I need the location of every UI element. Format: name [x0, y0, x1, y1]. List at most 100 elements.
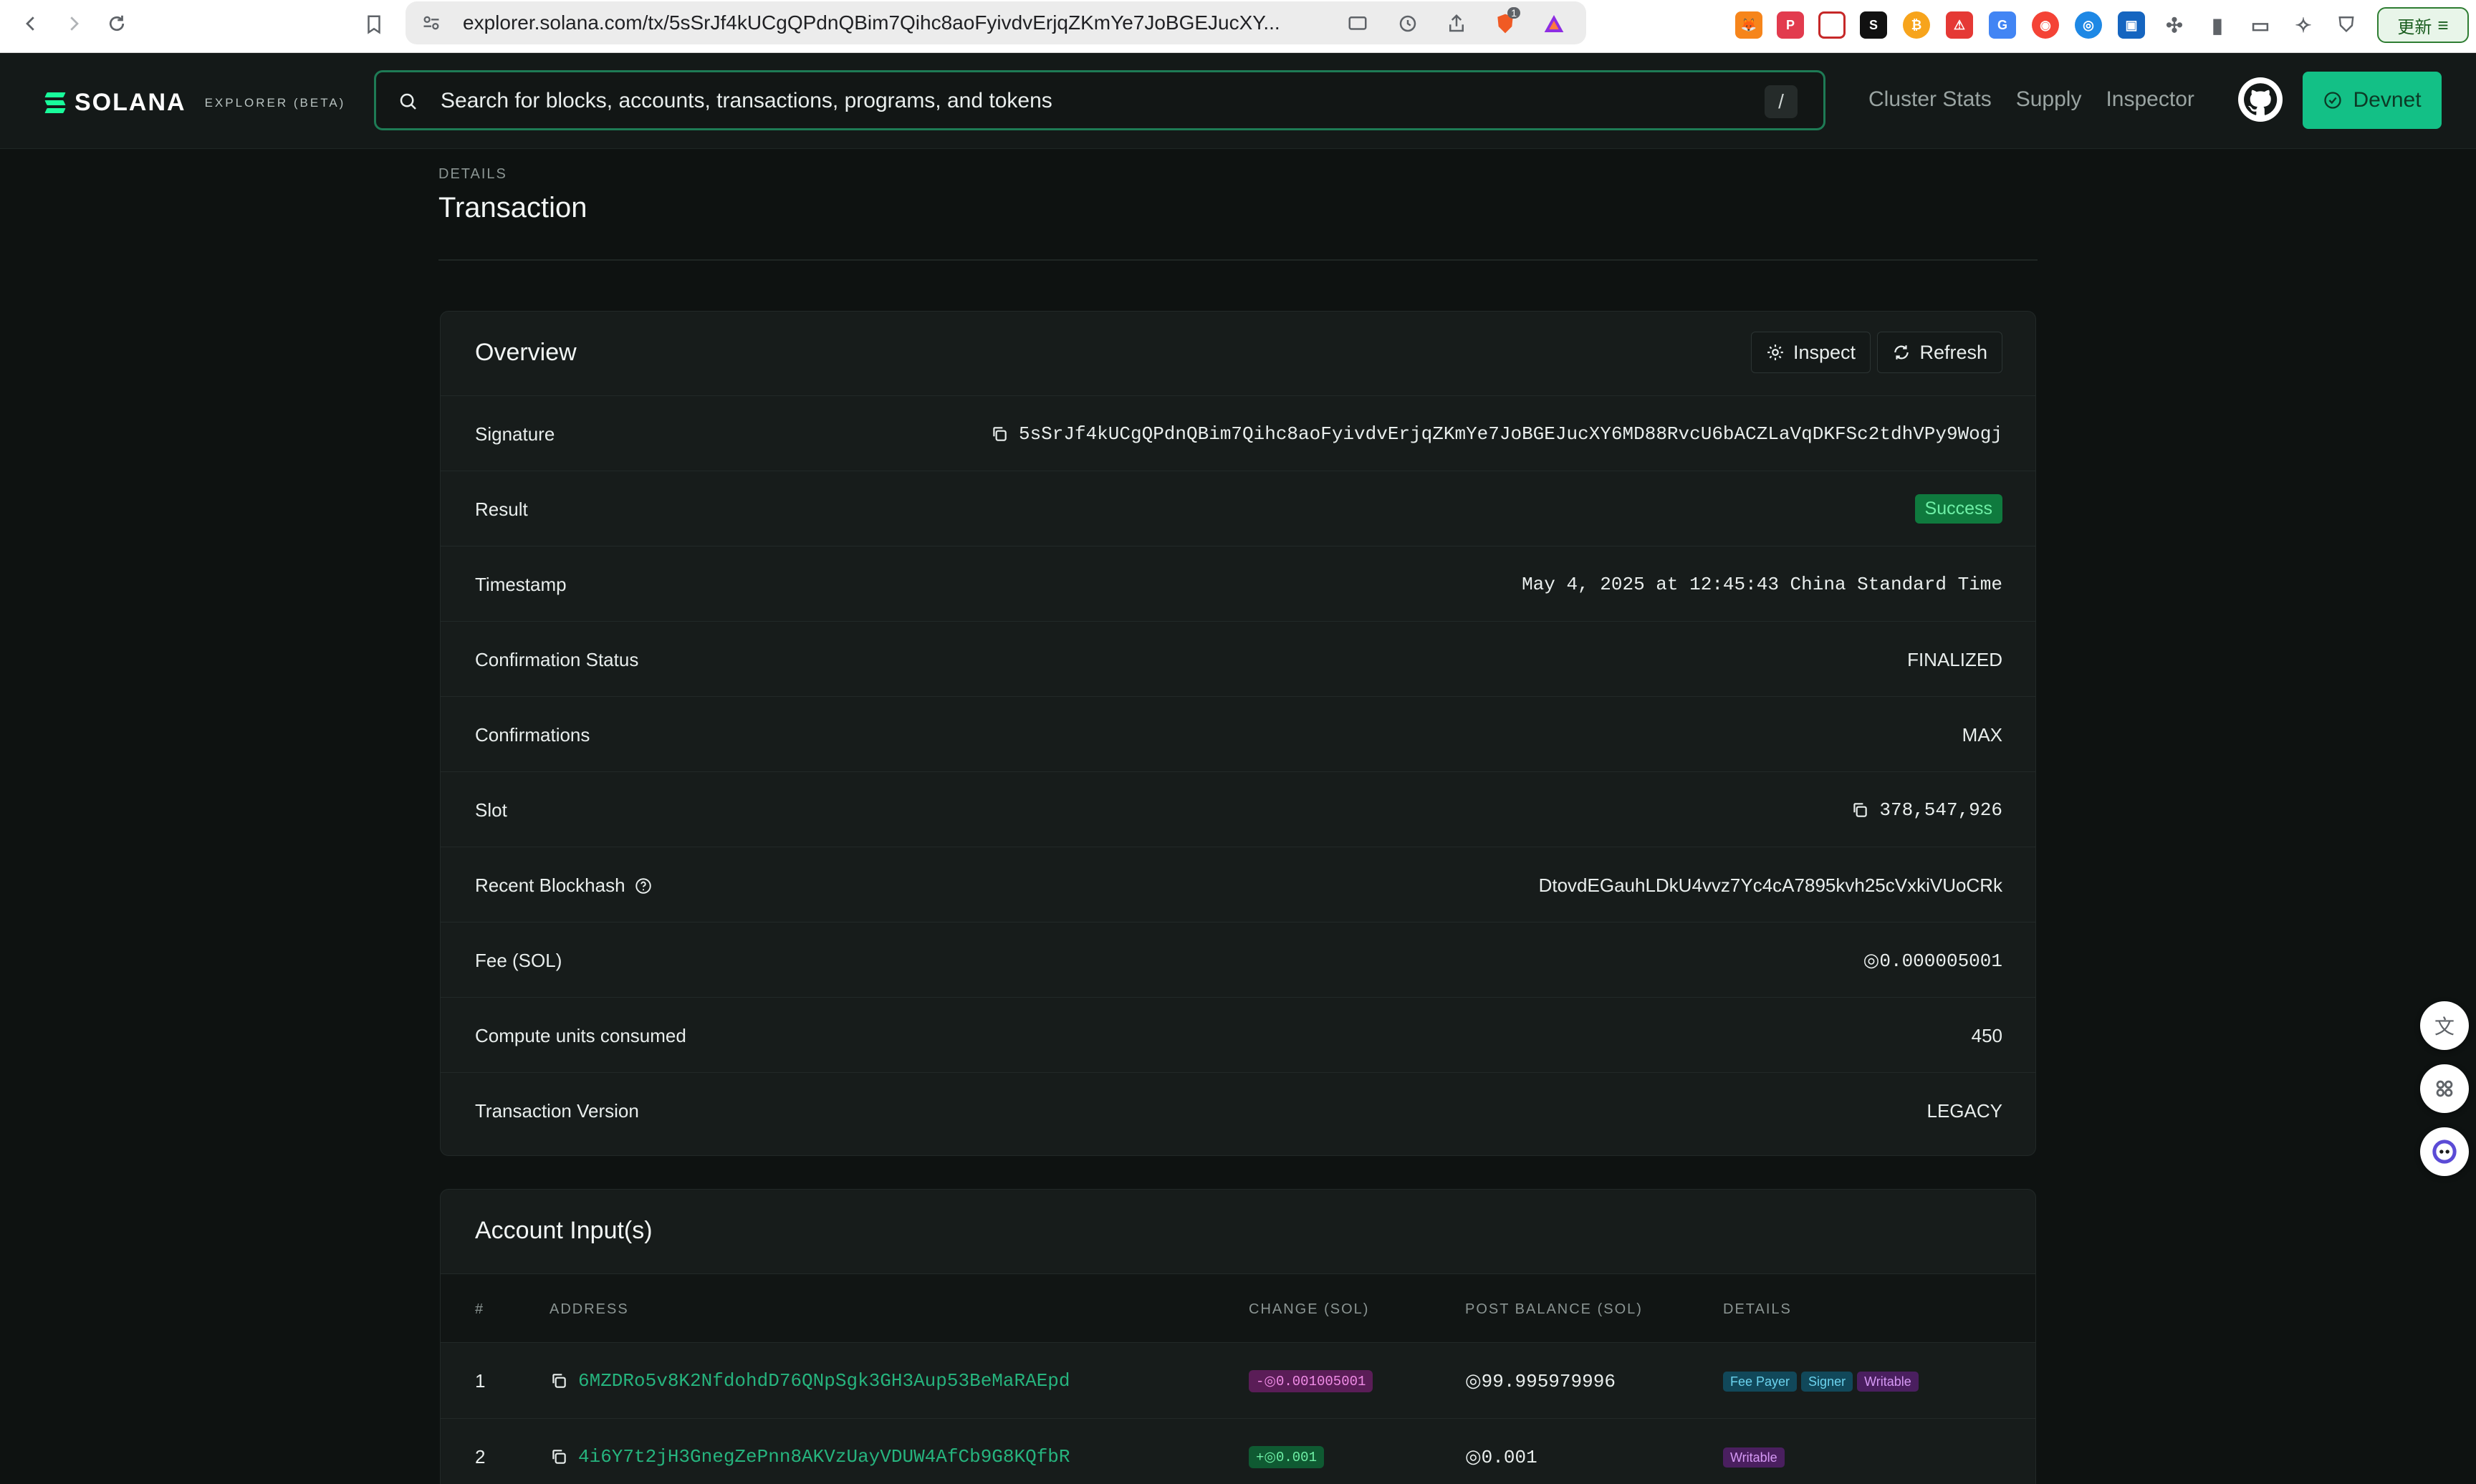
cluster-label: Devnet	[2353, 88, 2422, 112]
translate-float-button[interactable]: 文	[2420, 1001, 2469, 1050]
extension-icon[interactable]: ◉	[2032, 11, 2059, 39]
col-index: #	[475, 1301, 485, 1317]
check-circle-icon	[2324, 92, 2342, 109]
translate-extension-icon[interactable]: G	[1989, 11, 2016, 39]
site-settings-icon[interactable]	[421, 13, 441, 33]
extension-icon[interactable]: ◎	[2075, 11, 2102, 39]
apps-float-button[interactable]	[2420, 1064, 2469, 1113]
transaction-version-label: Transaction Version	[475, 1100, 639, 1122]
copy-icon[interactable]	[550, 1447, 568, 1466]
grid-icon	[2436, 1080, 2453, 1097]
recent-blockhash-label-wrap: Recent Blockhash	[475, 874, 653, 897]
sidebar-icon[interactable]: ▮	[2204, 11, 2231, 39]
extension-icon[interactable]: P	[1777, 11, 1804, 39]
help-circle-icon[interactable]	[634, 877, 653, 895]
solana-mark-icon	[44, 92, 66, 114]
copy-icon[interactable]	[990, 425, 1009, 443]
back-button[interactable]	[16, 9, 46, 39]
row-index: 1	[475, 1370, 486, 1392]
extension-icon[interactable]: ₿	[1903, 11, 1930, 39]
leo-ai-icon[interactable]: ✧	[2290, 11, 2317, 39]
extension-icon[interactable]	[1818, 11, 1846, 39]
address-cell: 4i6Y7t2jH3GnegZePnn8AKVzUayVDUW4AfCb9G8K…	[550, 1446, 1070, 1468]
history-icon[interactable]	[1396, 11, 1420, 36]
reload-icon	[109, 15, 125, 32]
timestamp-label: Timestamp	[475, 574, 567, 595]
header-divider	[438, 259, 2038, 261]
confirmations-value: MAX	[1962, 724, 2002, 746]
signature-value: 5sSrJf4kUCgQPdnQBim7Qihc8aoFyivdvErjqZKm…	[1018, 423, 2002, 445]
status-badge: Success	[1914, 494, 2002, 524]
refresh-label: Refresh	[1919, 341, 1987, 363]
menu-icon: ≡	[2437, 14, 2449, 36]
balance-change-badge: -◎0.001005001	[1249, 1370, 1373, 1392]
address-cell: 6MZDRo5v8K2NfdohdD76QNpSgk3GH3Aup53BeMaR…	[550, 1370, 1070, 1392]
github-link[interactable]	[2238, 77, 2283, 122]
bookmark-button[interactable]	[358, 9, 390, 40]
extension-icon[interactable]: ▣	[2118, 11, 2145, 39]
metamask-extension-icon[interactable]: 🦊	[1735, 11, 1762, 39]
account-table-header: # ADDRESS CHANGE (SOL) POST BALANCE (SOL…	[441, 1274, 2035, 1343]
confirmations-label: Confirmations	[475, 724, 590, 746]
result-value-wrap: Success	[1914, 494, 2002, 524]
address-link[interactable]: 6MZDRo5v8K2NfdohdD76QNpSgk3GH3Aup53BeMaR…	[578, 1370, 1070, 1392]
copy-icon[interactable]	[550, 1372, 568, 1390]
timestamp-row: Timestamp May 4, 2025 at 12:45:43 China …	[441, 546, 2035, 622]
brave-rewards-icon[interactable]	[1542, 11, 1566, 36]
update-label: 更新	[2397, 17, 2432, 37]
inspect-button[interactable]: Inspect	[1750, 332, 1871, 373]
browser-toolbar: explorer.solana.com/tx/5sSrJf4kUCgQPdnQB…	[0, 0, 2476, 53]
cast-icon[interactable]	[1345, 11, 1370, 36]
slot-value-wrap: 378,547,926	[1851, 799, 2002, 821]
nav-cluster-stats[interactable]: Cluster Stats	[1868, 87, 1992, 112]
address-link[interactable]: 4i6Y7t2jH3GnegZePnn8AKVzUayVDUW4AfCb9G8K…	[578, 1446, 1070, 1468]
logo-subtitle: EXPLORER (BETA)	[204, 95, 346, 110]
signature-label: Signature	[475, 423, 555, 445]
refresh-button[interactable]: Refresh	[1877, 332, 2002, 373]
extension-icon[interactable]: S	[1860, 11, 1887, 39]
share-icon[interactable]	[1444, 11, 1469, 36]
nav-supply[interactable]: Supply	[2016, 87, 2082, 112]
search-input[interactable]	[441, 82, 1745, 120]
overview-card-header: Overview Inspect Refresh	[441, 312, 2035, 396]
recent-blockhash-label: Recent Blockhash	[475, 874, 625, 896]
solana-logo[interactable]: SOLANA EXPLORER (BETA)	[44, 89, 346, 117]
row-index: 2	[475, 1446, 486, 1468]
timestamp-value: May 4, 2025 at 12:45:43 China Standard T…	[1522, 574, 2002, 595]
slot-row: Slot 378,547,926	[441, 772, 2035, 847]
reload-button[interactable]	[102, 9, 132, 39]
col-post-balance: POST BALANCE (SOL)	[1465, 1301, 1643, 1317]
update-button[interactable]: 更新 ≡	[2377, 7, 2469, 43]
extensions-puzzle-icon[interactable]: ✣	[2161, 11, 2188, 39]
chevron-left-icon	[26, 16, 34, 31]
writable-tag: Writable	[1723, 1447, 1785, 1468]
slot-link[interactable]: 378,547,926	[1879, 799, 2002, 821]
signer-tag: Signer	[1801, 1372, 1853, 1392]
wallet-icon[interactable]: ▭	[2247, 11, 2274, 39]
page-title: Transaction	[438, 192, 587, 223]
fee-payer-tag: Fee Payer	[1723, 1372, 1798, 1392]
table-row: 2 4i6Y7t2jH3GnegZePnn8AKVzUayVDUW4AfCb9G…	[441, 1419, 2035, 1484]
forward-button[interactable]	[59, 9, 89, 39]
fee-label: Fee (SOL)	[475, 950, 562, 971]
vpn-shield-icon[interactable]: ⛉	[2333, 11, 2360, 39]
search-shortcut-key: /	[1765, 85, 1798, 118]
shields-count-badge: 1	[1507, 7, 1520, 19]
search-icon	[400, 93, 416, 110]
transaction-version-row: Transaction Version LEGACY	[441, 1073, 2035, 1148]
assistant-float-button[interactable]	[2420, 1127, 2469, 1176]
header-nav: Cluster Stats Supply Inspector	[1868, 87, 2194, 112]
nav-inspector[interactable]: Inspector	[2106, 87, 2194, 112]
brave-shields-icon[interactable]: 1	[1493, 7, 1520, 36]
url-text[interactable]: explorer.solana.com/tx/5sSrJf4kUCgQPdnQB…	[463, 11, 1323, 34]
refresh-icon	[1894, 345, 1909, 360]
result-row: Result Success	[441, 471, 2035, 546]
extension-icon[interactable]: ⚠	[1946, 11, 1973, 39]
search-box[interactable]: /	[374, 70, 1825, 130]
post-balance: ◎99.995979996	[1465, 1371, 1616, 1392]
cluster-selector-button[interactable]: Devnet	[2303, 72, 2442, 129]
details-tags: Writable	[1723, 1445, 1789, 1468]
copy-icon[interactable]	[1851, 801, 1869, 819]
col-details: DETAILS	[1723, 1301, 1792, 1317]
address-bar[interactable]: explorer.solana.com/tx/5sSrJf4kUCgQPdnQB…	[406, 1, 1586, 44]
